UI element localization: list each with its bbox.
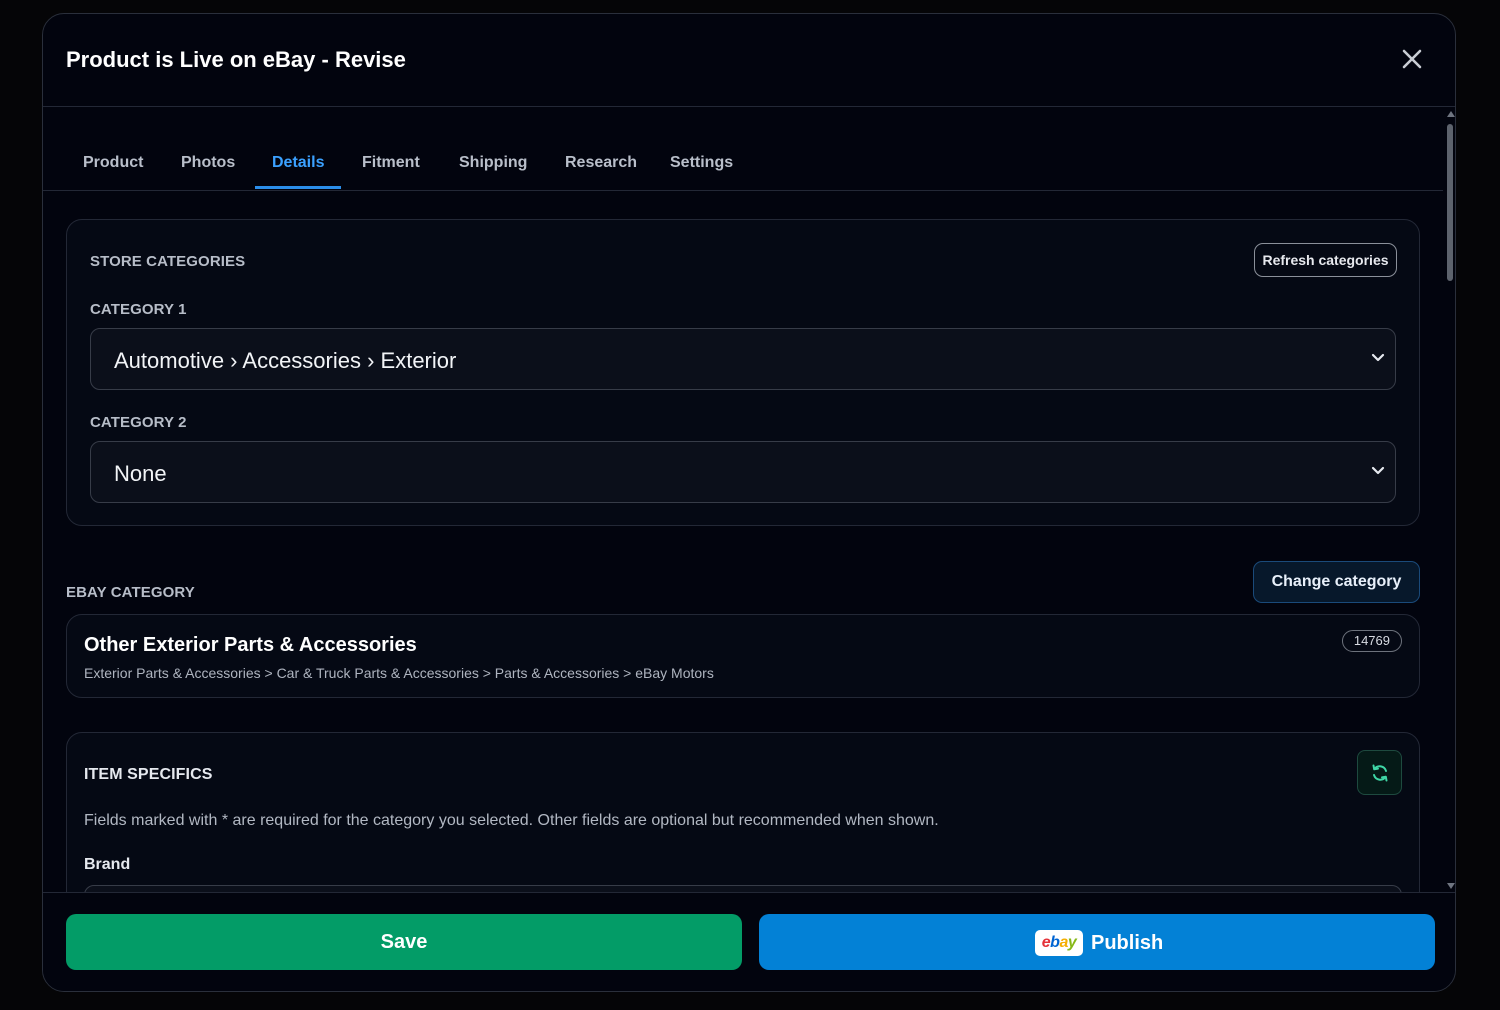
tab-details[interactable]: Details bbox=[272, 154, 324, 172]
ebay-category-path: Exterior Parts & Accessories > Car & Tru… bbox=[84, 665, 714, 681]
tab-research[interactable]: Research bbox=[565, 154, 637, 172]
modal-title: Product is Live on eBay - Revise bbox=[66, 47, 406, 72]
category1-select[interactable]: Automotive › Accessories › Exterior bbox=[90, 328, 1396, 390]
item-specifics-heading: ITEM SPECIFICS bbox=[84, 766, 213, 783]
scrollbar[interactable] bbox=[1445, 106, 1455, 893]
save-button[interactable]: Save bbox=[66, 914, 742, 970]
publish-button[interactable]: ebay Publish bbox=[759, 914, 1435, 970]
store-categories-heading: STORE CATEGORIES bbox=[90, 253, 246, 270]
tab-bar: Product Photos Details Fitment Shipping … bbox=[43, 106, 1443, 191]
refresh-categories-button[interactable]: Refresh categories bbox=[1254, 243, 1397, 277]
category2-select[interactable]: None bbox=[90, 441, 1396, 503]
scroll-up-icon[interactable] bbox=[1447, 111, 1455, 117]
ebay-category-heading: EBAY CATEGORY bbox=[66, 584, 195, 601]
category-id-badge: 14769 bbox=[1341, 630, 1402, 652]
modal-header: Product is Live on eBay - Revise bbox=[43, 14, 1455, 107]
publish-label: Publish bbox=[1091, 931, 1164, 954]
refresh-icon bbox=[1372, 764, 1388, 782]
ebay-category-card: Other Exterior Parts & Accessories Exter… bbox=[66, 614, 1420, 698]
category1-value: Automotive › Accessories › Exterior bbox=[114, 348, 457, 373]
tab-shipping[interactable]: Shipping bbox=[459, 154, 527, 172]
ebay-category-name: Other Exterior Parts & Accessories bbox=[84, 634, 417, 656]
chevron-down-icon bbox=[1371, 353, 1385, 362]
tab-settings[interactable]: Settings bbox=[670, 154, 733, 172]
scroll-down-icon[interactable] bbox=[1447, 883, 1455, 889]
tab-fitment[interactable]: Fitment bbox=[362, 154, 420, 172]
close-icon[interactable] bbox=[1399, 46, 1425, 72]
tab-product[interactable]: Product bbox=[83, 154, 143, 172]
store-categories-card: STORE CATEGORIES Refresh categories CATE… bbox=[66, 219, 1420, 526]
brand-label: Brand bbox=[84, 856, 131, 873]
ebay-logo: ebay bbox=[1035, 930, 1083, 956]
category2-value: None bbox=[114, 461, 167, 486]
refresh-specifics-button[interactable] bbox=[1357, 750, 1402, 795]
item-specifics-description: Fields marked with * are required for th… bbox=[84, 812, 939, 829]
change-category-button[interactable]: Change category bbox=[1253, 561, 1420, 603]
chevron-down-icon bbox=[1371, 466, 1385, 475]
category1-label: CATEGORY 1 bbox=[90, 301, 187, 318]
active-tab-indicator bbox=[255, 186, 341, 189]
revise-modal: Product is Live on eBay - Revise Product… bbox=[42, 13, 1456, 992]
category2-label: CATEGORY 2 bbox=[90, 414, 187, 431]
tab-photos[interactable]: Photos bbox=[181, 154, 235, 172]
modal-footer: Save ebay Publish bbox=[43, 892, 1455, 991]
scroll-thumb[interactable] bbox=[1447, 124, 1453, 281]
